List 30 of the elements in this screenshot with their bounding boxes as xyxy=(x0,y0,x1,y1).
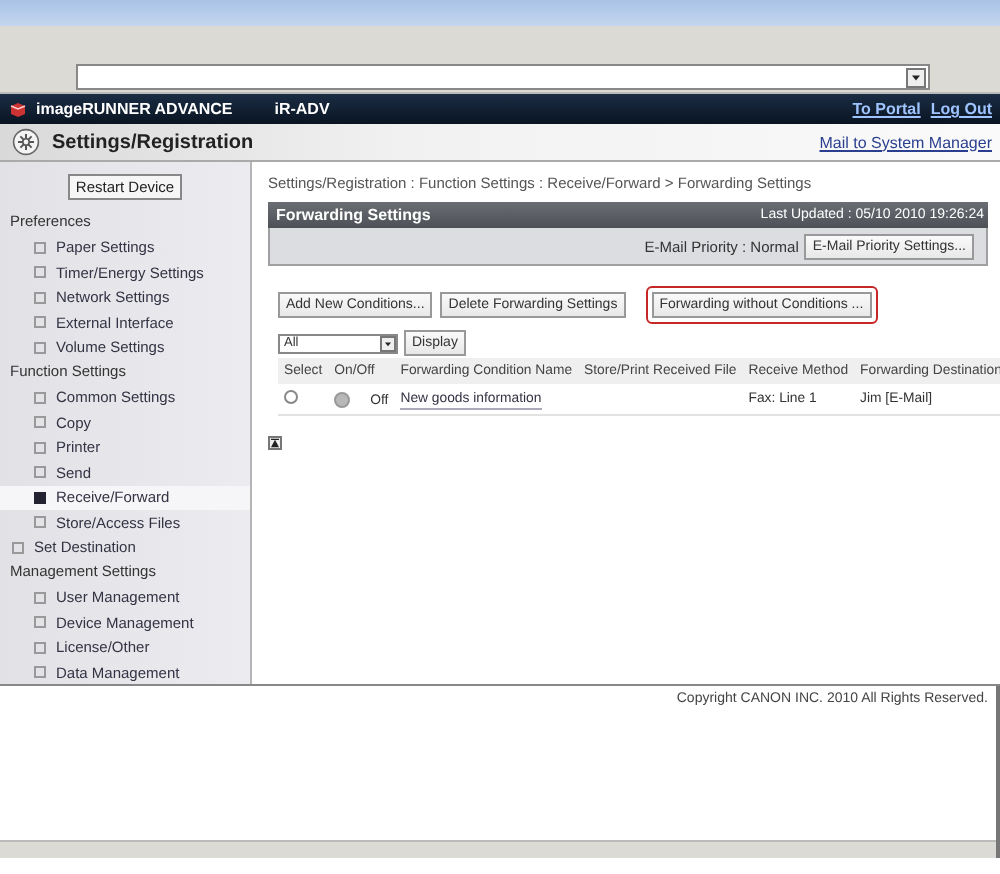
product-name: imageRUNNER ADVANCE xyxy=(36,100,233,118)
square-icon xyxy=(34,416,46,429)
square-icon xyxy=(34,266,46,279)
dropdown-arrow-icon xyxy=(380,335,396,351)
square-icon xyxy=(34,441,46,454)
square-icon xyxy=(12,541,24,554)
logo-icon xyxy=(10,101,26,117)
square-icon xyxy=(34,591,46,604)
panel-title: Forwarding Settings xyxy=(276,206,431,224)
square-icon xyxy=(34,516,46,529)
square-icon xyxy=(34,391,46,404)
horizontal-scrollbar[interactable] xyxy=(0,840,996,858)
square-icon xyxy=(34,641,46,654)
page-title: Settings/Registration xyxy=(52,131,254,153)
square-icon xyxy=(34,341,46,354)
square-icon xyxy=(34,291,46,304)
square-icon xyxy=(34,466,46,479)
header-link[interactable]: To Portal xyxy=(852,100,921,118)
radio-button[interactable] xyxy=(284,390,298,404)
settings-icon xyxy=(12,128,40,156)
header-link[interactable]: Log Out xyxy=(930,100,992,118)
mail-link[interactable]: Mail to System Manager xyxy=(819,133,992,151)
square-icon xyxy=(34,316,46,329)
square-icon xyxy=(34,616,46,629)
address-field[interactable] xyxy=(76,64,930,90)
square-icon xyxy=(34,241,46,254)
filled-square-icon xyxy=(34,491,46,504)
scroll-top-icon[interactable] xyxy=(268,436,282,450)
device-name: iR-ADV xyxy=(274,100,330,118)
square-icon xyxy=(34,666,46,679)
